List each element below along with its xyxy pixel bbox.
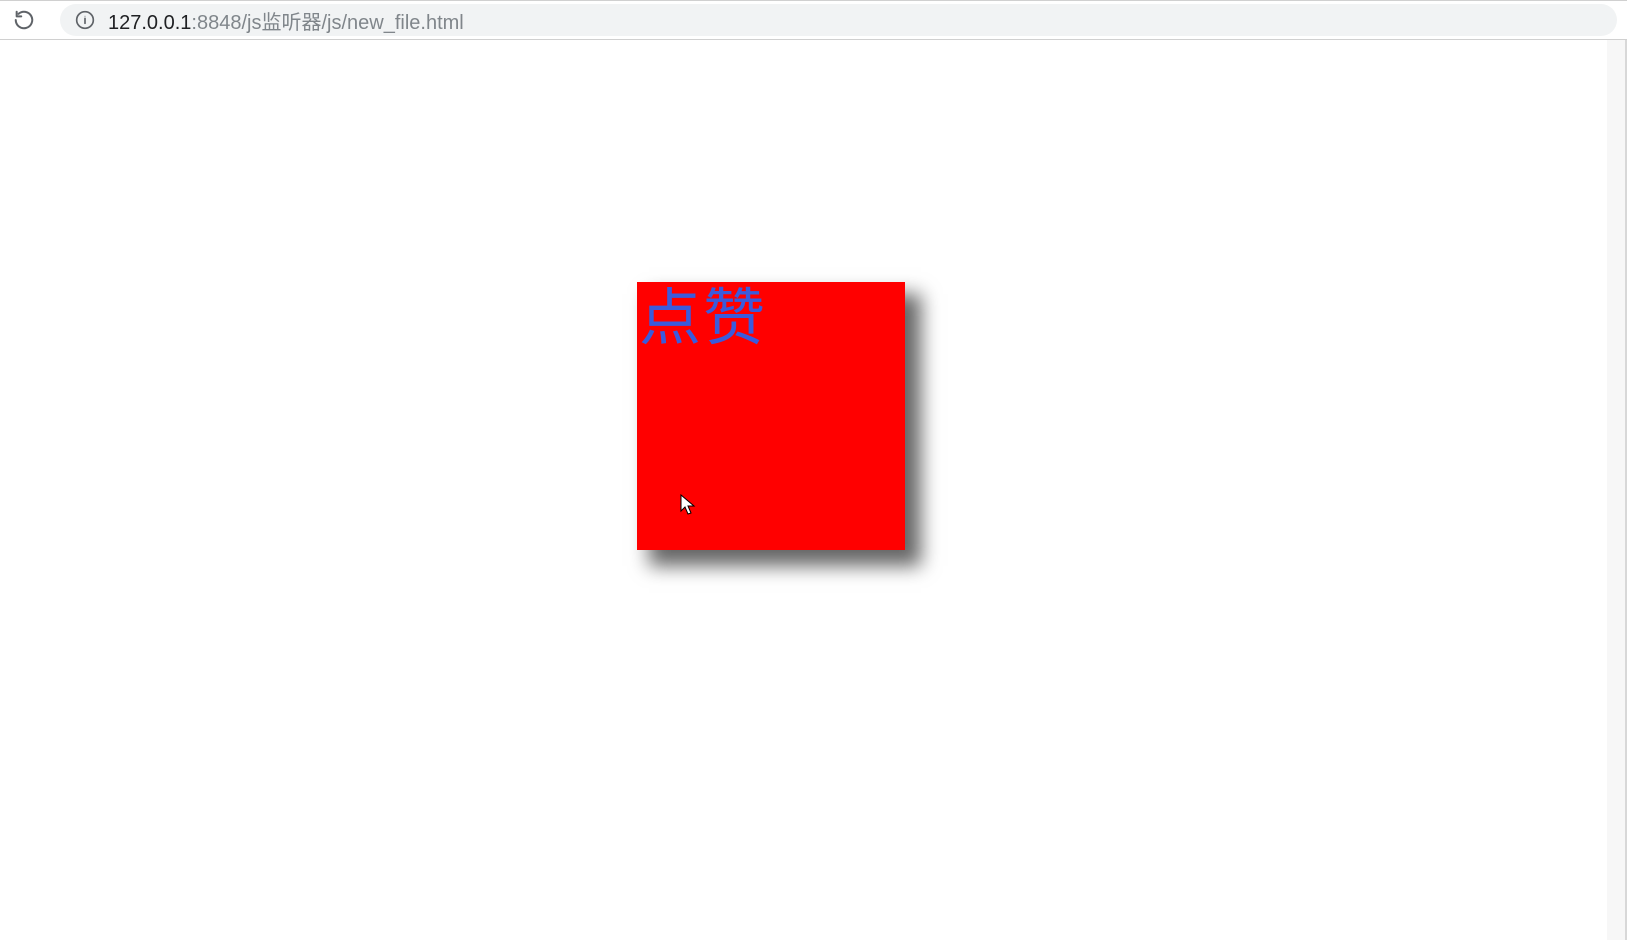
reload-button[interactable] <box>10 6 38 34</box>
browser-address-bar: 127.0.0.1:8848/js监听器/js/new_file.html <box>0 0 1627 40</box>
url-path: :8848/js监听器/js/new_file.html <box>191 12 463 34</box>
site-info-icon[interactable] <box>74 9 96 31</box>
url-host: 127.0.0.1 <box>108 12 191 34</box>
address-field[interactable]: 127.0.0.1:8848/js监听器/js/new_file.html <box>60 4 1617 36</box>
page-viewport: 点赞 <box>0 40 1627 940</box>
like-box[interactable]: 点赞 <box>637 282 905 550</box>
url-text: 127.0.0.1:8848/js监听器/js/new_file.html <box>108 6 464 35</box>
like-box-label: 点赞 <box>637 282 905 350</box>
reload-icon <box>13 9 35 31</box>
